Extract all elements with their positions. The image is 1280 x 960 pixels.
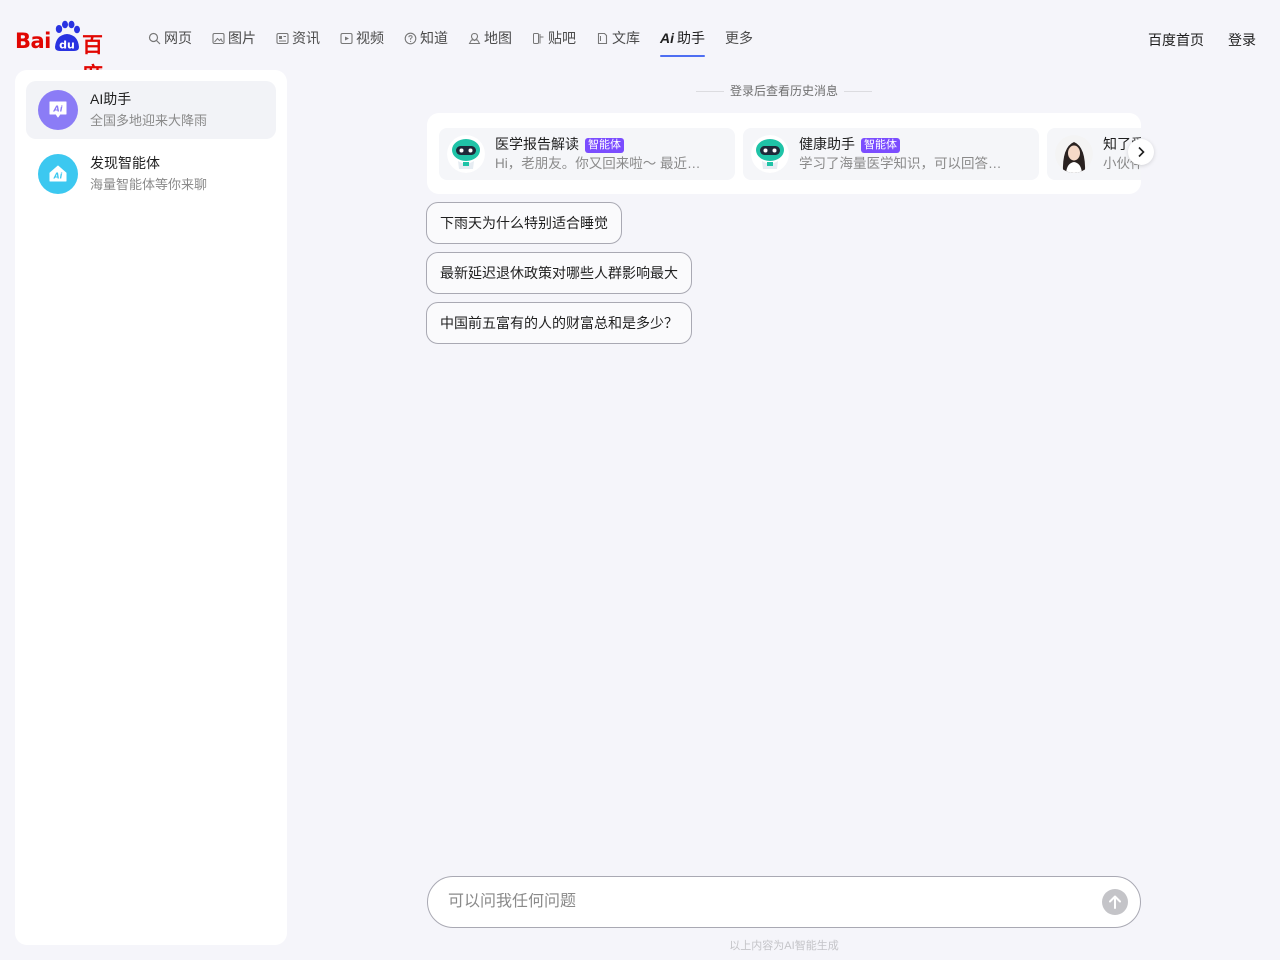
nav-label: 文库 [612,30,640,46]
sidebar-item-title: AI助手 [90,91,132,107]
logo-text-bai: Bai [15,29,51,53]
ai-icon: Ai [660,30,674,46]
nav-label: 贴吧 [548,30,576,46]
send-button[interactable] [1102,889,1128,915]
agent-description: 学习了海量医学知识，可以回答… [799,156,1002,171]
nav-video[interactable]: 视频 [340,28,384,48]
baidu-home-link[interactable]: 百度首页 [1148,30,1204,50]
agent-card[interactable]: 医学报告解读 智能体 Hi，老朋友。你又回来啦～ 最近… [439,128,735,180]
ai-disclaimer: 以上内容为AI智能生成 [729,940,839,952]
arrow-up-icon [1109,895,1121,909]
nav-more[interactable]: 更多 [725,28,753,48]
nav-label: 网页 [164,30,192,46]
suggestion-chip[interactable]: 中国前五富有的人的财富总和是多少？ [426,302,692,344]
robot-avatar-icon [447,135,485,173]
main-nav: 网页 图片 资讯 视频 知道 地图 贴吧 文库 Ai 助手 更多 [148,28,773,57]
image-icon [212,32,225,44]
sidebar-item-title: 发现智能体 [90,155,160,171]
robot-avatar-icon [751,135,789,173]
nav-map[interactable]: 地图 [468,28,512,48]
nav-label: 图片 [228,30,256,46]
tieba-icon [533,32,544,44]
sidebar-item-subtitle: 全国多地迎来大降雨 [90,113,208,128]
map-icon [468,32,481,44]
baidu-logo[interactable]: Bai du 百度 [15,20,120,87]
agent-card[interactable]: 知了爱 小伙伴 [1047,128,1141,180]
svg-text:Ai: Ai [53,105,63,114]
login-link[interactable]: 登录 [1228,30,1256,50]
ai-home-icon: Ai [38,154,78,194]
sidebar-item-ai-assistant[interactable]: Ai AI助手 全国多地迎来大降雨 [26,81,276,139]
agent-description: Hi，老朋友。你又回来啦～ 最近… [495,156,701,171]
chat-input-box [427,876,1141,928]
nav-images[interactable]: 图片 [212,28,256,48]
nav-tieba[interactable]: 贴吧 [532,28,576,48]
sidebar-item-discover-agents[interactable]: Ai 发现智能体 海量智能体等你来聊 [26,145,276,203]
history-login-note: 登录后查看历史消息 [427,82,1141,99]
nav-label: 资讯 [292,30,320,46]
person-avatar-icon [1055,135,1093,173]
suggestion-list: 下雨天为什么特别适合睡觉 最新延迟退休政策对哪些人群影响最大 中国前五富有的人的… [426,202,692,352]
agent-badge: 智能体 [585,138,624,153]
document-icon [597,32,608,44]
video-icon [340,32,353,44]
sidebar: Ai AI助手 全国多地迎来大降雨 Ai 发现智能体 海量智能体等你来聊 [15,70,287,945]
suggestion-chip[interactable]: 下雨天为什么特别适合睡觉 [426,202,622,244]
search-icon [148,32,161,44]
agent-name: 健康助手 [799,136,855,152]
agent-card[interactable]: 健康助手 智能体 学习了海量医学知识，可以回答… [743,128,1039,180]
carousel-next-button[interactable] [1128,139,1154,165]
nav-zhidao[interactable]: 知道 [404,28,448,48]
sidebar-item-subtitle: 海量智能体等你来聊 [90,177,208,192]
nav-label: 地图 [484,30,512,46]
news-icon [276,32,289,44]
question-icon [404,32,417,44]
nav-label: 知道 [420,30,448,46]
nav-label: 视频 [356,30,384,46]
agent-name: 医学报告解读 [495,136,579,152]
ai-chat-icon: Ai [38,90,78,130]
chat-input[interactable] [448,893,1102,911]
nav-wenku[interactable]: 文库 [596,28,640,48]
chevron-right-icon [1138,146,1145,158]
nav-label: 助手 [677,30,705,46]
suggestion-chip[interactable]: 最新延迟退休政策对哪些人群影响最大 [426,252,692,294]
agent-badge: 智能体 [861,138,900,153]
nav-web[interactable]: 网页 [148,28,192,48]
nav-label: 更多 [725,30,753,46]
svg-text:Ai: Ai [53,172,63,181]
nav-news[interactable]: 资讯 [276,28,320,48]
nav-assistant[interactable]: Ai 助手 [660,28,705,57]
agent-carousel: 医学报告解读 智能体 Hi，老朋友。你又回来啦～ 最近… 健康助手 智能体 学习了海… [427,113,1141,194]
baidu-paw-icon: du [55,20,80,52]
top-header: Bai du 百度 网页 图片 资讯 视频 知道 [0,0,1280,87]
header-links: 百度首页 登录 [1124,30,1256,50]
logo-text-du: du [59,39,75,52]
